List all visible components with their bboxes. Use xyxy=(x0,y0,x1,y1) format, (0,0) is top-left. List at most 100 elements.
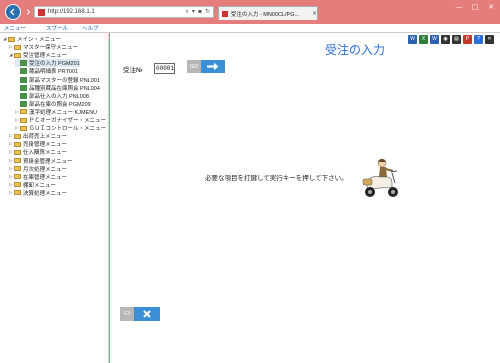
tree-item-label: ＧＵＩコントロール・メニュー xyxy=(29,126,107,133)
lock-icon: ▪ xyxy=(197,8,202,15)
tree-item-label: 蔵品明細表 PRT001 xyxy=(29,69,79,76)
help-icon[interactable]: ? xyxy=(474,35,483,44)
menu-tree-pane: ◢ メイン・メニュー ▷ マスター保守メニュー ◢ 受注管理メニュー受注の入力 PGM20… xyxy=(0,33,109,363)
excel-icon[interactable]: X xyxy=(419,35,428,44)
tree-item-label: 部品マスターの登録 PNL001 xyxy=(29,77,100,84)
order-number-label: 受注№ xyxy=(123,66,143,74)
tree-item[interactable]: ▷ 漢字処理メニュー KJMENU xyxy=(15,108,97,116)
folder-icon xyxy=(14,133,21,139)
go-button[interactable]: GO xyxy=(187,60,225,73)
go-label: GO xyxy=(187,60,201,73)
tree-item[interactable]: 部品在庫の照会 PGM209 xyxy=(15,100,91,108)
dropdown-icon[interactable]: ▾ xyxy=(192,8,195,16)
tree-item[interactable]: ▷ 決算処理メニュー xyxy=(9,189,67,197)
back-button[interactable] xyxy=(5,4,21,20)
program-icon xyxy=(20,60,27,67)
folder-icon xyxy=(20,109,27,115)
tree-item-label: メイン・メニュー xyxy=(17,37,62,43)
menu-item-menu[interactable]: メニュー xyxy=(4,24,26,32)
tree-item[interactable]: ▷ 在庫管理メニュー xyxy=(9,173,67,181)
tree-item[interactable]: ▷ 売掛管理メニュー xyxy=(9,140,67,148)
browser-tab[interactable]: 受注の入力 - MN00CL/PG... × xyxy=(218,6,318,20)
tree-item-label: ＰＣオーガナイザー・メニュー xyxy=(29,118,107,124)
tree-item[interactable]: ▷ 出荷売上メニュー xyxy=(9,132,67,140)
minimize-button[interactable]: — xyxy=(454,3,464,11)
tree-item[interactable]: ▷ 仕入購買メニュー xyxy=(9,148,67,156)
tree-item[interactable]: 蔵品明細表 PRT001 xyxy=(15,67,78,75)
tree-item[interactable]: ▷ ＰＣオーガナイザー・メニュー xyxy=(15,116,106,124)
folder-icon xyxy=(14,141,21,147)
address-bar[interactable]: http://192.168.1.1 ⌕ ▾ ▪ ↻ xyxy=(34,6,214,18)
close-icon[interactable]: ✕ xyxy=(485,35,494,44)
tree-item-label: 受注管理メニュー xyxy=(23,53,68,60)
tree-item-label: マスター保守メニュー xyxy=(23,45,79,52)
word-icon[interactable]: W xyxy=(408,35,417,44)
tree-item-label: 棚卸メニュー xyxy=(23,182,57,189)
folder-icon xyxy=(14,190,21,196)
order-number-input[interactable]: 00001 xyxy=(154,63,175,74)
tree-item[interactable]: 部品仕入の入力 PNL008 xyxy=(15,92,89,100)
tree-item[interactable]: 部品マスターの登録 PNL001 xyxy=(15,76,100,84)
tree-item-label: 受注の入力 PGM201 xyxy=(29,61,80,68)
tree-item-label: 部品仕入の入力 PNL008 xyxy=(29,93,89,100)
folder-icon xyxy=(14,44,21,50)
tree-item-label: 出荷売上メニュー xyxy=(23,134,68,141)
program-icon xyxy=(20,68,27,75)
tree-item[interactable]: ◢ メイン・メニュー xyxy=(3,35,61,43)
refresh-icon[interactable]: ↻ xyxy=(205,8,210,16)
tree-item[interactable]: ▷ 買掛金管理メニュー xyxy=(9,157,73,165)
program-icon xyxy=(20,92,27,99)
folder-icon xyxy=(20,117,27,123)
tree-item[interactable]: ▷ マスター保守メニュー xyxy=(9,43,78,51)
menu-item-help[interactable]: ヘルプ xyxy=(82,24,99,32)
tree-item[interactable]: ◢ 受注管理メニュー xyxy=(9,51,67,59)
folder-icon xyxy=(14,149,21,155)
program-icon xyxy=(20,100,27,107)
folder-icon xyxy=(14,182,21,188)
tree-item-label: 決算処理メニュー xyxy=(23,190,68,197)
program-icon xyxy=(20,84,27,91)
tree-item-label: 在庫管理メニュー xyxy=(23,174,68,181)
folder-icon xyxy=(14,158,21,163)
browser-chrome: http://192.168.1.1 ⌕ ▾ ▪ ↻ 受注の入力 - MN00C… xyxy=(0,0,500,24)
back-arrow-icon xyxy=(10,8,15,16)
tree-item-label: 品種別蔵品在庫照会 PNL004 xyxy=(29,85,100,92)
instruction-message: 必要な項目を打鍵して実行キーを押して下さい。 xyxy=(205,174,348,182)
tab-favicon-icon xyxy=(222,10,228,17)
forward-button[interactable] xyxy=(23,7,33,17)
tree-item[interactable]: 品種別蔵品在庫照会 PNL004 xyxy=(15,84,100,92)
tree-item-label: 漢字処理メニュー KJMENU xyxy=(29,109,98,116)
address-url: http://192.168.1.1 xyxy=(48,9,95,15)
menu-item-spool[interactable]: スプール xyxy=(46,24,68,32)
pdf-icon[interactable]: P xyxy=(463,35,472,44)
tree-item[interactable]: ▷ 棚卸メニュー xyxy=(9,181,56,189)
folder-icon xyxy=(20,125,27,131)
tree-item-label: 売掛管理メニュー xyxy=(23,142,68,149)
camera-icon[interactable]: ◉ xyxy=(441,35,450,44)
menu-bar: メニュー スプール ヘルプ xyxy=(0,24,500,33)
site-favicon-icon xyxy=(38,8,45,16)
f3-exit-button[interactable]: F3 xyxy=(120,307,160,321)
window-controls: — □ ✕ xyxy=(454,3,496,11)
folder-icon xyxy=(8,36,15,42)
folder-icon xyxy=(14,166,21,172)
tree-item-label: 買掛金管理メニュー xyxy=(23,158,73,165)
search-icon[interactable]: ⌕ xyxy=(186,8,189,16)
tree-item[interactable]: ▷ ＧＵＩコントロール・メニュー xyxy=(15,124,106,132)
tab-close-icon[interactable]: × xyxy=(312,10,317,17)
tree-item[interactable]: ▷ 月次処理メニュー xyxy=(9,165,67,173)
f3-label: F3 xyxy=(120,307,134,321)
close-icon xyxy=(134,307,160,321)
folder-icon xyxy=(14,52,21,58)
scooter-illustration xyxy=(362,158,398,197)
maximize-button[interactable]: □ xyxy=(470,3,480,11)
tree-item-label: 部品在庫の照会 PGM209 xyxy=(29,101,91,108)
page-title: 受注の入力 xyxy=(325,43,386,57)
folder-icon xyxy=(14,174,21,180)
powerpoint-icon[interactable]: W xyxy=(430,35,439,44)
tree-item[interactable]: 受注の入力 PGM201 xyxy=(15,59,80,68)
forward-arrow-icon xyxy=(26,9,31,15)
printer-icon[interactable]: ▤ xyxy=(452,35,461,44)
arrow-right-icon xyxy=(201,60,225,73)
close-window-button[interactable]: ✕ xyxy=(486,3,496,11)
